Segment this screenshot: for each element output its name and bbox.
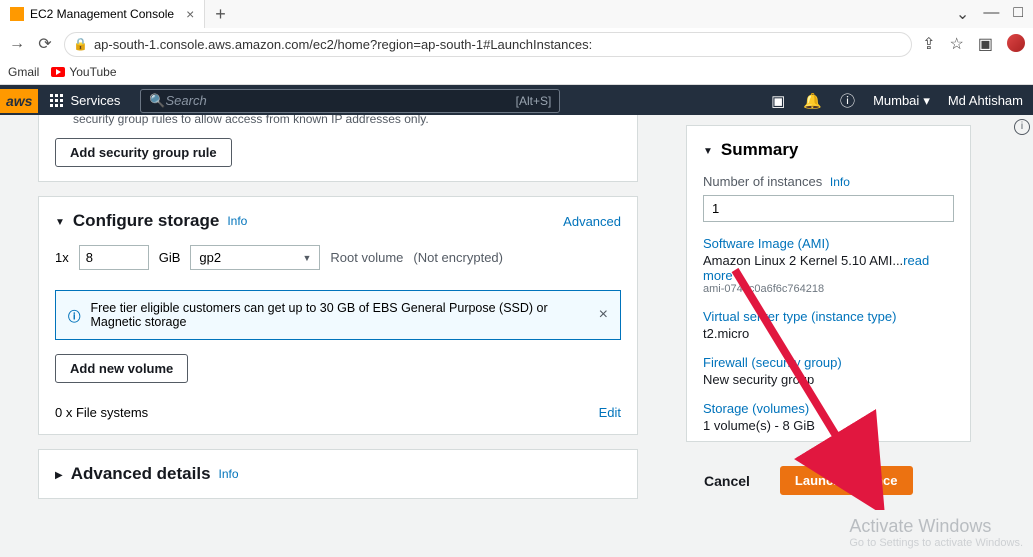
region-selector[interactable]: Mumbai ▾	[873, 93, 930, 109]
forward-icon[interactable]: →	[8, 35, 26, 53]
expand-icon	[55, 465, 63, 483]
notifications-icon[interactable]: 🔔	[803, 92, 822, 110]
caret-down-icon: ▾	[923, 93, 930, 109]
add-volume-button[interactable]: Add new volume	[55, 354, 188, 383]
collapse-icon	[703, 141, 713, 159]
help-icon[interactable]: ⓘ	[840, 90, 855, 111]
configure-storage-header[interactable]: Configure storage Info Advanced	[39, 197, 637, 245]
root-volume-row: 1x GiB gp2 ▼ Root volume (Not encrypted)	[39, 245, 637, 282]
root-volume-label: Root volume	[330, 250, 403, 265]
num-instances-input[interactable]	[703, 195, 954, 222]
security-group-panel: security group rules to allow access fro…	[38, 115, 638, 182]
search-shortcut: [Alt+S]	[516, 94, 552, 108]
sg-warning-text: security group rules to allow access fro…	[39, 115, 637, 138]
reload-icon[interactable]: ⟳	[36, 34, 54, 54]
address-bar: → ⟳ 🔒 ap-south-1.console.aws.amazon.com/…	[0, 28, 1033, 60]
ami-id: ami-074dc0a6f6c764218	[703, 283, 954, 295]
encryption-label: (Not encrypted)	[413, 250, 503, 265]
services-menu[interactable]: Services	[38, 93, 132, 108]
info-link[interactable]: Info	[219, 467, 239, 481]
info-icon[interactable]: i	[1014, 119, 1030, 135]
youtube-icon	[51, 67, 65, 77]
tab-bar: EC2 Management Console × + ⌄ — □	[0, 0, 1033, 28]
bookmark-youtube[interactable]: YouTube	[51, 65, 116, 79]
cloudshell-icon[interactable]: ▣	[771, 92, 785, 110]
chevron-down-icon: ▼	[302, 253, 311, 263]
collapse-icon	[55, 212, 65, 230]
windows-activation-watermark: Activate Windows Go to Settings to activ…	[849, 516, 1023, 549]
extensions-icon[interactable]: ▣	[978, 34, 993, 54]
configure-storage-panel: Configure storage Info Advanced 1x GiB g…	[38, 196, 638, 435]
chevron-down-icon[interactable]: ⌄	[956, 4, 969, 24]
instance-type-link[interactable]: Virtual server type (instance type)	[703, 309, 954, 324]
action-row: Cancel Launch instance	[686, 452, 971, 509]
volume-count: 1x	[55, 250, 69, 265]
free-tier-alert: ⓘ Free tier eligible customers can get u…	[55, 290, 621, 340]
cancel-button[interactable]: Cancel	[704, 473, 750, 489]
browser-tab[interactable]: EC2 Management Console ×	[0, 0, 205, 28]
firewall-link[interactable]: Firewall (security group)	[703, 355, 954, 370]
aws-top-nav: aws Services 🔍 [Alt+S] ▣ 🔔 ⓘ Mumbai ▾ Md…	[0, 85, 1033, 116]
aws-logo[interactable]: aws	[0, 89, 38, 113]
search-icon: 🔍	[149, 93, 165, 109]
profile-avatar[interactable]	[1007, 34, 1025, 52]
aws-search[interactable]: 🔍 [Alt+S]	[140, 89, 560, 113]
bookmark-gmail[interactable]: Gmail	[8, 65, 39, 79]
aws-favicon	[10, 7, 24, 21]
size-unit: GiB	[159, 250, 181, 265]
volume-type-select[interactable]: gp2 ▼	[190, 245, 320, 270]
storage-value: 1 volume(s) - 8 GiB	[703, 418, 954, 433]
file-systems-count: 0 x File systems	[55, 405, 148, 420]
services-grid-icon	[50, 94, 64, 108]
alert-text: Free tier eligible customers can get up …	[91, 301, 589, 329]
info-link[interactable]: Info	[227, 214, 247, 228]
volume-size-input[interactable]	[79, 245, 149, 270]
url-text: ap-south-1.console.aws.amazon.com/ec2/ho…	[94, 37, 592, 52]
advanced-link[interactable]: Advanced	[563, 214, 621, 229]
ami-link[interactable]: Software Image (AMI)	[703, 236, 954, 251]
summary-panel: Summary Number of instances Info Softwar…	[686, 125, 971, 442]
instance-type-value: t2.micro	[703, 326, 954, 341]
edit-file-systems-link[interactable]: Edit	[599, 405, 621, 420]
tab-close-icon[interactable]: ×	[186, 6, 194, 22]
tab-title: EC2 Management Console	[30, 7, 174, 21]
firewall-value: New security group	[703, 372, 954, 387]
bookmark-bar: Gmail YouTube	[0, 60, 1033, 84]
browser-chrome: EC2 Management Console × + ⌄ — □ → ⟳ 🔒 a…	[0, 0, 1033, 85]
minimize-icon[interactable]: —	[983, 4, 999, 24]
add-security-group-rule-button[interactable]: Add security group rule	[55, 138, 232, 167]
share-icon[interactable]: ⇪	[922, 34, 935, 54]
info-icon: ⓘ	[68, 306, 81, 325]
summary-header[interactable]: Summary	[703, 140, 954, 160]
info-link[interactable]: Info	[830, 175, 850, 189]
star-icon[interactable]: ☆	[950, 34, 964, 54]
ami-value: Amazon Linux 2 Kernel 5.10 AMI...read mo…	[703, 253, 954, 283]
lock-icon: 🔒	[73, 37, 88, 51]
search-input[interactable]	[166, 93, 516, 108]
advanced-details-header[interactable]: Advanced details Info	[39, 450, 637, 498]
advanced-details-panel: Advanced details Info	[38, 449, 638, 499]
alert-close-icon[interactable]: ×	[599, 306, 608, 324]
num-instances-label: Number of instances Info	[703, 174, 954, 189]
user-menu[interactable]: Md Ahtisham	[948, 93, 1023, 108]
storage-link[interactable]: Storage (volumes)	[703, 401, 954, 416]
file-systems-row: 0 x File systems Edit	[39, 397, 637, 434]
url-box[interactable]: 🔒 ap-south-1.console.aws.amazon.com/ec2/…	[64, 32, 912, 57]
maximize-icon[interactable]: □	[1013, 4, 1023, 24]
launch-instance-button[interactable]: Launch instance	[780, 466, 913, 495]
new-tab-button[interactable]: +	[205, 4, 236, 25]
